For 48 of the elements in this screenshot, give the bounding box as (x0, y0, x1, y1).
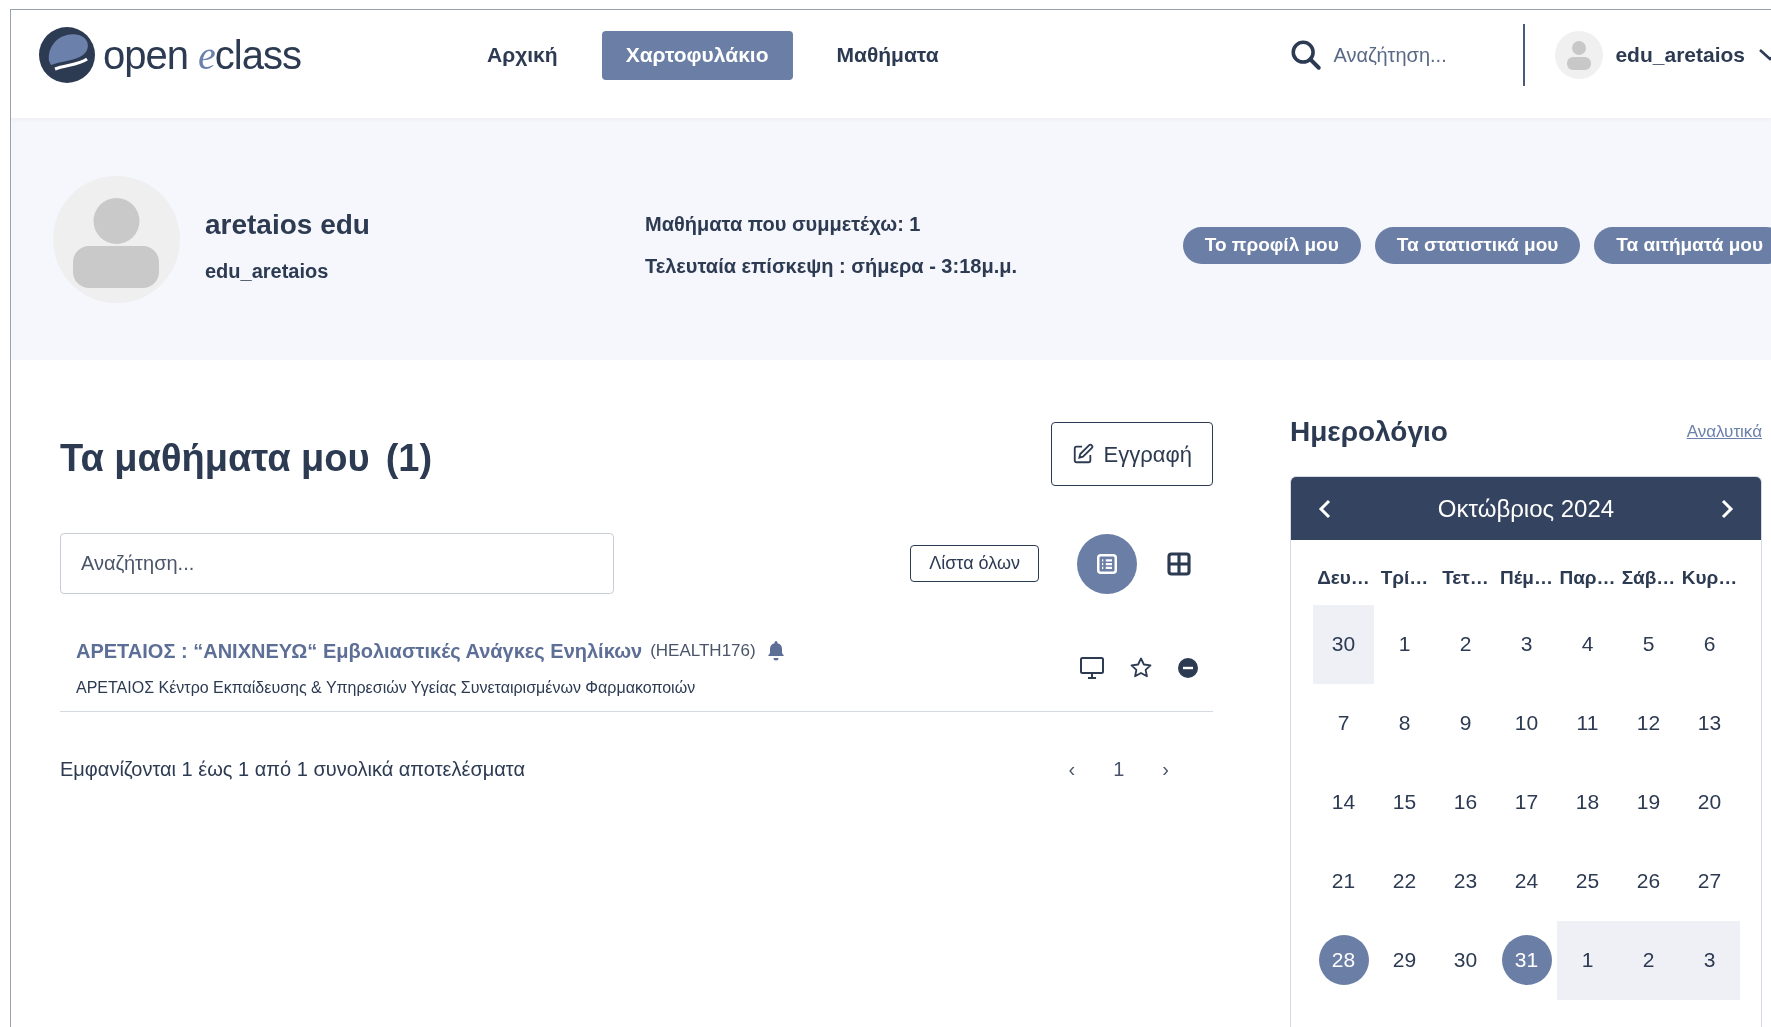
username-menu[interactable]: edu_aretaios (1615, 39, 1745, 71)
calendar-day[interactable]: 3 (1679, 920, 1740, 1000)
calendar-day[interactable]: 1 (1557, 920, 1618, 1000)
register-button[interactable]: Εγγραφή (1050, 422, 1213, 486)
next-month-icon[interactable] (1719, 497, 1735, 520)
next-page-link[interactable]: › (1162, 754, 1169, 784)
calendar-day[interactable]: 30 (1313, 604, 1374, 684)
profile-stat: Τελευταία επίσκεψη : σήμερα - 3:18μ.μ. (645, 254, 1018, 279)
list-all-button[interactable]: Λίστα όλων (910, 545, 1039, 582)
star-icon[interactable] (1129, 655, 1153, 680)
previous-month-icon[interactable] (1317, 497, 1333, 520)
profile-username: edu_aretaios (205, 259, 330, 284)
section-title: Τα μαθήματα μου (60, 436, 370, 481)
weekday-label: Κυρ… (1680, 566, 1739, 590)
course-subtitle: ΑΡΕΤΑΙΟΣ Κέντρο Εκπαίδευσης & Υπηρεσιών Υγείας Συνεταιρισμένων Φαρμακοποιών (76, 677, 697, 698)
course-link[interactable]: ΑΡΕΤΑΙΟΣ : “ΑΝΙΧΝΕΥΩ“ Εμβολιαστικές Ανάγκες Ενηλίκων (76, 635, 643, 666)
weekday-label: Τετ… (1441, 566, 1490, 590)
unregister-icon[interactable] (1177, 656, 1199, 679)
results-summary: Εμφανίζονται 1 έως 1 από 1 συνολικά αποτελέσματα (60, 757, 526, 782)
avatar-icon (53, 175, 180, 303)
nav-tab[interactable]: Χαρτοφυλάκιο (601, 30, 793, 80)
weekday-label: Δευ… (1316, 566, 1371, 590)
logo-icon (37, 25, 97, 85)
calendar-title: Ημερολόγιο (1290, 415, 1448, 449)
previous-page-link[interactable]: ‹ (1068, 754, 1076, 784)
weekday-label: Σάβ… (1620, 566, 1677, 590)
profile-stat: Μαθήματα που συμμετέχω: 1 (645, 212, 922, 237)
search-field[interactable]: Αναζήτηση... (1333, 40, 1494, 70)
calendar-day[interactable]: 2 (1618, 920, 1679, 1000)
course-count: (1) (385, 436, 433, 481)
search-icon[interactable] (1289, 38, 1324, 72)
page-link[interactable]: 1 (1113, 754, 1125, 784)
details-link[interactable]: Αναλυτικά (1686, 419, 1762, 445)
course-code: (HEALTH176) (650, 639, 756, 662)
nav-tab[interactable]: Μαθήματα (812, 30, 963, 80)
weekday-label: Τρί… (1379, 566, 1430, 590)
profile-button[interactable]: Το προφίλ μου (1182, 226, 1361, 264)
logo-text: open eclass (103, 31, 301, 80)
edit-icon (1071, 443, 1094, 465)
profile-name: aretaios edu (205, 208, 371, 242)
weekday-label: Παρ… (1558, 566, 1617, 590)
course-search-field[interactable]: Αναζήτηση... (60, 533, 614, 594)
weekday-label: Πέμ… (1499, 566, 1554, 590)
nav-tab[interactable]: Αρχική (463, 30, 582, 80)
month-title: Οκτώβριος 2024 (1437, 493, 1615, 524)
profile-button[interactable]: Τα στατιστικά μου (1374, 226, 1581, 264)
monitor-icon[interactable] (1079, 655, 1105, 680)
profile-button[interactable]: Τα αιτήματά μου (1594, 226, 1771, 264)
